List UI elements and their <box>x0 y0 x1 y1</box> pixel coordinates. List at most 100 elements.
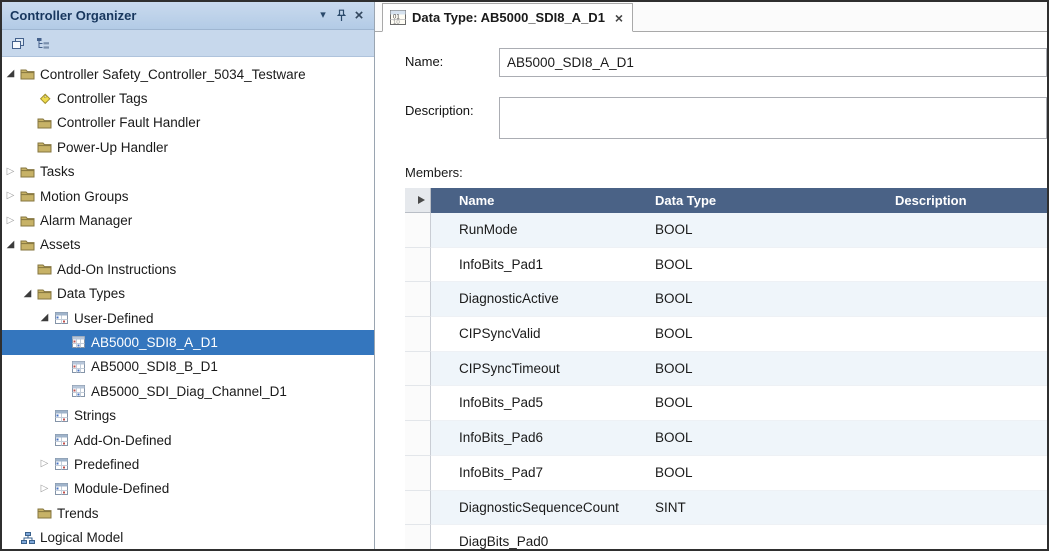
column-header-description[interactable]: Description <box>887 188 1047 213</box>
tree-item-motion-groups[interactable]: ▷Motion Groups <box>2 184 374 208</box>
member-row-diagnosticactive[interactable]: DiagnosticActiveBOOL <box>405 282 1047 317</box>
member-name-cell[interactable]: CIPSyncValid <box>431 317 647 352</box>
row-selector[interactable] <box>405 386 431 421</box>
name-input[interactable] <box>499 48 1047 77</box>
member-description-cell[interactable] <box>887 525 1047 549</box>
member-row-diagnosticsequencecount[interactable]: DiagnosticSequenceCountSINT <box>405 491 1047 526</box>
row-selector-header[interactable] <box>405 188 431 213</box>
row-selector[interactable] <box>405 525 431 549</box>
organizer-view-button[interactable] <box>32 33 54 54</box>
datatype-icon <box>70 385 87 397</box>
member-data-type-cell[interactable]: BOOL <box>647 456 887 491</box>
member-data-type-cell[interactable]: BOOL <box>647 421 887 456</box>
member-description-cell[interactable] <box>887 282 1047 317</box>
tree-item-data-types[interactable]: ◢Data Types <box>2 282 374 306</box>
controller-organizer-tree: ◢Controller Safety_Controller_5034_Testw… <box>2 57 374 549</box>
collapsed-arrow-icon[interactable]: ▷ <box>4 216 17 226</box>
member-data-type-cell[interactable]: SINT <box>647 491 887 526</box>
tree-item-tasks[interactable]: ▷Tasks <box>2 160 374 184</box>
tree-item-module-defined[interactable]: ▷Module-Defined <box>2 477 374 501</box>
tree-item-logical-model[interactable]: Logical Model <box>2 525 374 549</box>
folder-icon <box>19 68 36 80</box>
row-selector[interactable] <box>405 248 431 283</box>
tree-item-ab5000-sdi8-b-d1[interactable]: AB5000_SDI8_B_D1 <box>2 355 374 379</box>
tree-item-controller-tags[interactable]: Controller Tags <box>2 86 374 110</box>
row-selector[interactable] <box>405 491 431 526</box>
member-row-diagbits-pad0[interactable]: DiagBits_Pad0 <box>405 525 1047 549</box>
row-selector[interactable] <box>405 317 431 352</box>
collapsed-arrow-icon[interactable]: ▷ <box>38 484 51 494</box>
description-input[interactable] <box>499 97 1047 139</box>
member-name-cell[interactable]: DiagnosticSequenceCount <box>431 491 647 526</box>
expanded-arrow-icon[interactable]: ◢ <box>4 240 17 250</box>
row-selector[interactable] <box>405 456 431 491</box>
member-name-cell[interactable]: InfoBits_Pad6 <box>431 421 647 456</box>
member-data-type-cell[interactable]: BOOL <box>647 248 887 283</box>
panel-pin-button[interactable] <box>332 7 350 25</box>
tree-item-add-on-instructions[interactable]: Add-On Instructions <box>2 257 374 281</box>
row-selector[interactable] <box>405 352 431 387</box>
tree-item-user-defined[interactable]: ◢User-Defined <box>2 306 374 330</box>
tree-item-power-up-handler[interactable]: Power-Up Handler <box>2 135 374 159</box>
tab-close-icon[interactable]: × <box>615 11 623 25</box>
member-row-infobits-pad1[interactable]: InfoBits_Pad1BOOL <box>405 248 1047 283</box>
member-description-cell[interactable] <box>887 421 1047 456</box>
member-name-cell[interactable]: CIPSyncTimeout <box>431 352 647 387</box>
expanded-arrow-icon[interactable]: ◢ <box>4 69 17 79</box>
tree-item-ab5000-sdi8-a-d1[interactable]: AB5000_SDI8_A_D1 <box>2 330 374 354</box>
tree-item-label: Predefined <box>74 457 145 472</box>
member-name-cell[interactable]: RunMode <box>431 213 647 248</box>
member-row-infobits-pad6[interactable]: InfoBits_Pad6BOOL <box>405 421 1047 456</box>
tree-item-label: Logical Model <box>40 530 129 545</box>
member-description-cell[interactable] <box>887 317 1047 352</box>
tree-item-predefined[interactable]: ▷ Predefined <box>2 452 374 476</box>
member-data-type-cell[interactable]: BOOL <box>647 352 887 387</box>
tree-item-controller-fault-handler[interactable]: Controller Fault Handler <box>2 111 374 135</box>
member-data-type-cell[interactable]: BOOL <box>647 282 887 317</box>
member-row-runmode[interactable]: RunModeBOOL <box>405 213 1047 248</box>
panel-title: Controller Organizer <box>10 8 314 23</box>
member-name-cell[interactable]: InfoBits_Pad7 <box>431 456 647 491</box>
member-data-type-cell[interactable]: BOOL <box>647 317 887 352</box>
member-data-type-cell[interactable] <box>647 525 887 549</box>
member-description-cell[interactable] <box>887 386 1047 421</box>
member-row-cipsyncvalid[interactable]: CIPSyncValidBOOL <box>405 317 1047 352</box>
collapsed-arrow-icon[interactable]: ▷ <box>4 167 17 177</box>
member-description-cell[interactable] <box>887 491 1047 526</box>
column-header-name[interactable]: Name <box>431 188 647 213</box>
panel-menu-button[interactable]: ▾ <box>314 7 332 25</box>
member-name-cell[interactable]: InfoBits_Pad5 <box>431 386 647 421</box>
expanded-arrow-icon[interactable]: ◢ <box>21 289 34 299</box>
row-selector[interactable] <box>405 282 431 317</box>
collapsed-arrow-icon[interactable]: ▷ <box>38 459 51 469</box>
member-data-type-cell[interactable]: BOOL <box>647 386 887 421</box>
tree-item-strings[interactable]: Strings <box>2 403 374 427</box>
column-header-data-type[interactable]: Data Type <box>647 188 887 213</box>
tree-item-ab5000-sdi-diag-channel-d1[interactable]: AB5000_SDI_Diag_Channel_D1 <box>2 379 374 403</box>
tree-item-alarm-manager[interactable]: ▷Alarm Manager <box>2 208 374 232</box>
expanded-arrow-icon[interactable]: ◢ <box>38 313 51 323</box>
row-selector[interactable] <box>405 213 431 248</box>
tree-item-controller-safety-controller-5034-testware[interactable]: ◢Controller Safety_Controller_5034_Testw… <box>2 62 374 86</box>
member-row-cipsynctimeout[interactable]: CIPSyncTimeoutBOOL <box>405 352 1047 387</box>
member-row-infobits-pad5[interactable]: InfoBits_Pad5BOOL <box>405 386 1047 421</box>
tree-item-assets[interactable]: ◢Assets <box>2 233 374 257</box>
member-row-infobits-pad7[interactable]: InfoBits_Pad7BOOL <box>405 456 1047 491</box>
collapse-windows-button[interactable] <box>7 33 29 54</box>
member-name-cell[interactable]: DiagnosticActive <box>431 282 647 317</box>
member-description-cell[interactable] <box>887 352 1047 387</box>
member-data-type-cell[interactable]: BOOL <box>647 213 887 248</box>
panel-close-button[interactable]: × <box>350 7 368 25</box>
member-description-cell[interactable] <box>887 213 1047 248</box>
member-name-cell[interactable]: DiagBits_Pad0 <box>431 525 647 549</box>
row-selector[interactable] <box>405 421 431 456</box>
member-name-cell[interactable]: InfoBits_Pad1 <box>431 248 647 283</box>
tab-data-type[interactable]: 0110 Data Type: AB5000_SDI8_A_D1 × <box>382 3 633 32</box>
description-label: Description: <box>405 97 499 118</box>
member-description-cell[interactable] <box>887 248 1047 283</box>
overlapping-windows-icon <box>11 37 25 50</box>
member-description-cell[interactable] <box>887 456 1047 491</box>
collapsed-arrow-icon[interactable]: ▷ <box>4 191 17 201</box>
tree-item-trends[interactable]: Trends <box>2 501 374 525</box>
tree-item-add-on-defined[interactable]: Add-On-Defined <box>2 428 374 452</box>
